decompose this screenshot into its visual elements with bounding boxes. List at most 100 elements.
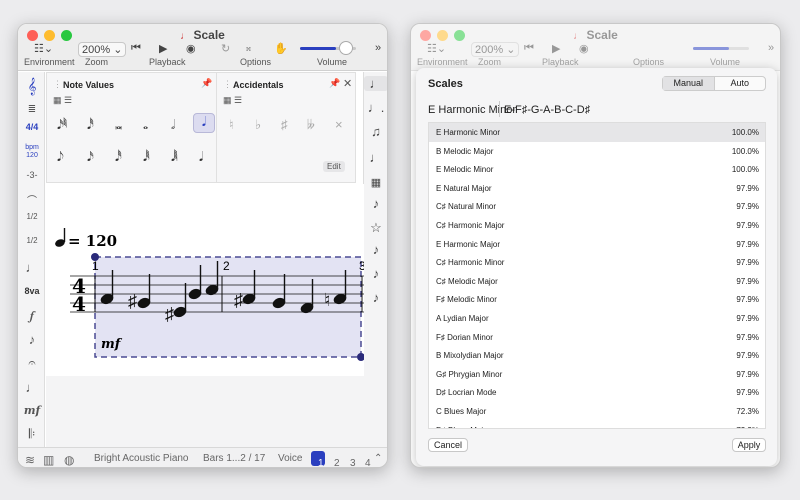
scale-row[interactable]: C Blues Major 72.3% <box>429 402 765 421</box>
grid-view-icon[interactable]: ▦ <box>53 95 62 105</box>
time-signature-tool[interactable]: 4/4 <box>20 122 44 132</box>
note-glyph-row1-3[interactable]: 𝅜 <box>115 117 122 133</box>
environment-button[interactable]: ☷⌄ <box>34 42 53 55</box>
piano-tool[interactable]: ♪ <box>364 196 387 211</box>
note-tool[interactable]: ♩ <box>20 260 44 275</box>
note-glyph-row1-1[interactable]: 𝅘𝅥𝅯𝅱 <box>57 117 67 133</box>
quarter-note-tool[interactable]: ♩ <box>364 76 387 91</box>
pin-icon[interactable]: 📌 <box>329 78 340 89</box>
voice-2-button[interactable]: 2 <box>327 451 341 467</box>
score-canvas[interactable]: = 120 4 4 1 2 3 <box>46 184 366 376</box>
chevron-up-icon[interactable]: ⌃ <box>374 453 382 464</box>
scale-row[interactable]: A Lydian Major 97.9% <box>429 309 765 328</box>
voice-1-button[interactable]: 1 <box>311 451 325 467</box>
pin-icon[interactable]: 📌 <box>201 78 212 89</box>
count-in-option-button[interactable]: ✋ <box>274 42 288 55</box>
note-glyph-row2-1[interactable]: 𝅘𝅥𝅮 <box>57 149 64 165</box>
rewind-button[interactable]: ⏮ <box>131 42 141 55</box>
grid-view-icon[interactable]: ▦ <box>223 95 232 105</box>
note-glyph-row1-5[interactable]: 𝅗𝅥 <box>171 117 175 133</box>
note-glyph-row1-6-selected[interactable]: 𝅘𝅥 <box>193 113 215 133</box>
repeat-tool[interactable]: 𝄆 <box>20 426 44 442</box>
dynamics-tool[interactable]: mf <box>20 404 44 417</box>
favorites-tool[interactable]: ☆ <box>364 220 387 236</box>
palette-icon[interactable]: ◍ <box>64 453 74 467</box>
auto-mode-button[interactable]: Auto <box>715 77 766 90</box>
apply-button[interactable]: Apply <box>732 438 766 452</box>
articulation-icon: 𝆑 <box>29 308 35 323</box>
layers-icon[interactable]: ≋ <box>25 453 35 467</box>
accent-tool[interactable]: ♩ <box>20 380 44 395</box>
note-glyph-row2-5[interactable]: 𝅘𝅥𝅲 <box>171 149 178 165</box>
scale-row[interactable]: D♯ Locrian Mode 97.9% <box>429 383 765 402</box>
voice-4-button[interactable]: 4 <box>358 451 372 467</box>
drag-handle-icon[interactable]: ⋮ <box>223 79 232 90</box>
sharp-accidental[interactable]: ♯ <box>281 117 288 132</box>
metronome-option-button[interactable]: 𝄪 <box>246 42 251 55</box>
key-signature-tool[interactable]: ≣ <box>20 104 44 115</box>
scale-row[interactable]: E Melodic Minor 100.0% <box>429 160 765 179</box>
note-glyph-row1-4[interactable]: 𝅝 <box>143 117 148 133</box>
scale-row[interactable]: B Melodic Major 100.0% <box>429 142 765 161</box>
note-glyph-row2-4[interactable]: 𝅘𝅥𝅱 <box>143 149 150 165</box>
drag-handle-icon[interactable]: ⋮ <box>53 79 62 90</box>
ornament-tool[interactable]: 1/2 <box>20 236 44 245</box>
close-icon[interactable]: ✕ <box>343 77 352 90</box>
dynamic-marking[interactable]: mf <box>101 337 123 352</box>
scale-match-percent: 97.9% <box>736 313 759 323</box>
volume-fill <box>693 47 730 50</box>
double-sharp-accidental[interactable]: × <box>335 117 343 132</box>
split-tool[interactable]: ♪ <box>364 290 387 305</box>
natural-accidental[interactable]: ♮ <box>229 117 234 133</box>
tuplet-tool[interactable]: -3- <box>20 170 44 180</box>
articulation-tool[interactable]: 𝆑 <box>20 308 44 324</box>
scale-row[interactable]: C♯ Melodic Major 97.9% <box>429 272 765 291</box>
scale-row[interactable]: C♯ Natural Minor 97.9% <box>429 197 765 216</box>
octave-tool[interactable]: 8va <box>20 286 44 296</box>
manual-mode-button[interactable]: Manual <box>663 77 715 90</box>
loop-icon: ↻ <box>221 43 231 55</box>
tempo-tool[interactable]: bpm 120 <box>20 144 44 160</box>
note-glyph-row2-2[interactable]: 𝅘𝅥𝅯 <box>87 149 94 165</box>
instrument-name[interactable]: Bright Acoustic Piano <box>94 453 189 464</box>
voice-3-button[interactable]: 3 <box>343 451 357 467</box>
note-glyph-row1-2[interactable]: 𝅘𝅥𝅰 <box>87 117 94 133</box>
zoom-select[interactable]: 200% ⌄ <box>78 42 127 57</box>
volume-knob[interactable] <box>339 41 353 55</box>
beamed-notes-tool[interactable]: ♫ <box>364 124 387 139</box>
fermata-tool[interactable]: 𝄐 <box>20 355 44 371</box>
list-view-icon[interactable]: ☰ <box>64 95 72 105</box>
piano-keys-icon[interactable]: ▥ <box>43 453 54 467</box>
grace-note-tool[interactable]: 1/2 <box>20 212 44 221</box>
record-button[interactable]: ◉ <box>186 42 196 55</box>
keyboard-tool[interactable]: ▦ <box>364 176 387 189</box>
scale-row[interactable]: B Mixolydian Major 97.9% <box>429 346 765 365</box>
dotted-note-tool[interactable]: ♩. <box>364 100 387 115</box>
scales-list[interactable]: E Harmonic Minor 100.0% B Melodic Major 100… <box>428 122 766 429</box>
note-glyph-row2-3[interactable]: 𝅘𝅥𝅰 <box>115 149 122 165</box>
edit-accidentals-button[interactable]: Edit <box>323 161 345 172</box>
loop-option-button[interactable]: ↻ <box>221 42 230 55</box>
toolbar-overflow-button[interactable]: » <box>375 42 381 54</box>
scale-row[interactable]: D♯ Blues Major 72.3% <box>429 421 765 429</box>
play-button[interactable]: ▶ <box>159 42 167 55</box>
scale-row[interactable]: F♯ Dorian Minor 97.9% <box>429 328 765 347</box>
cancel-button[interactable]: Cancel <box>428 438 468 452</box>
scale-row[interactable]: F♯ Melodic Minor 97.9% <box>429 290 765 309</box>
beam-tool[interactable]: ♪ <box>20 332 44 347</box>
scale-row[interactable]: E Harmonic Minor 100.0% <box>429 123 765 142</box>
scale-row[interactable]: E Harmonic Major 97.9% <box>429 235 765 254</box>
scale-row[interactable]: C♯ Harmonic Major 97.9% <box>429 216 765 235</box>
scale-row[interactable]: C♯ Harmonic Minor 97.9% <box>429 253 765 272</box>
note-glyph-row2-6[interactable]: 𝅘𝅥𝅳 <box>199 149 203 165</box>
slur-tool[interactable]: ⌒ <box>20 192 44 207</box>
double-flat-accidental[interactable]: 𝄫 <box>307 117 315 133</box>
play-from-tool[interactable]: ♪ <box>364 266 387 281</box>
clef-tool[interactable]: 𝄞 <box>20 78 44 95</box>
list-view-icon[interactable]: ☰ <box>234 95 242 105</box>
stem-tool[interactable]: ♩ <box>364 150 387 165</box>
scale-row[interactable]: E Natural Major 97.9% <box>429 179 765 198</box>
flat-accidental[interactable]: ♭ <box>255 117 261 133</box>
transpose-tool[interactable]: ♪ <box>364 242 387 257</box>
scale-row[interactable]: G♯ Phrygian Minor 97.9% <box>429 365 765 384</box>
